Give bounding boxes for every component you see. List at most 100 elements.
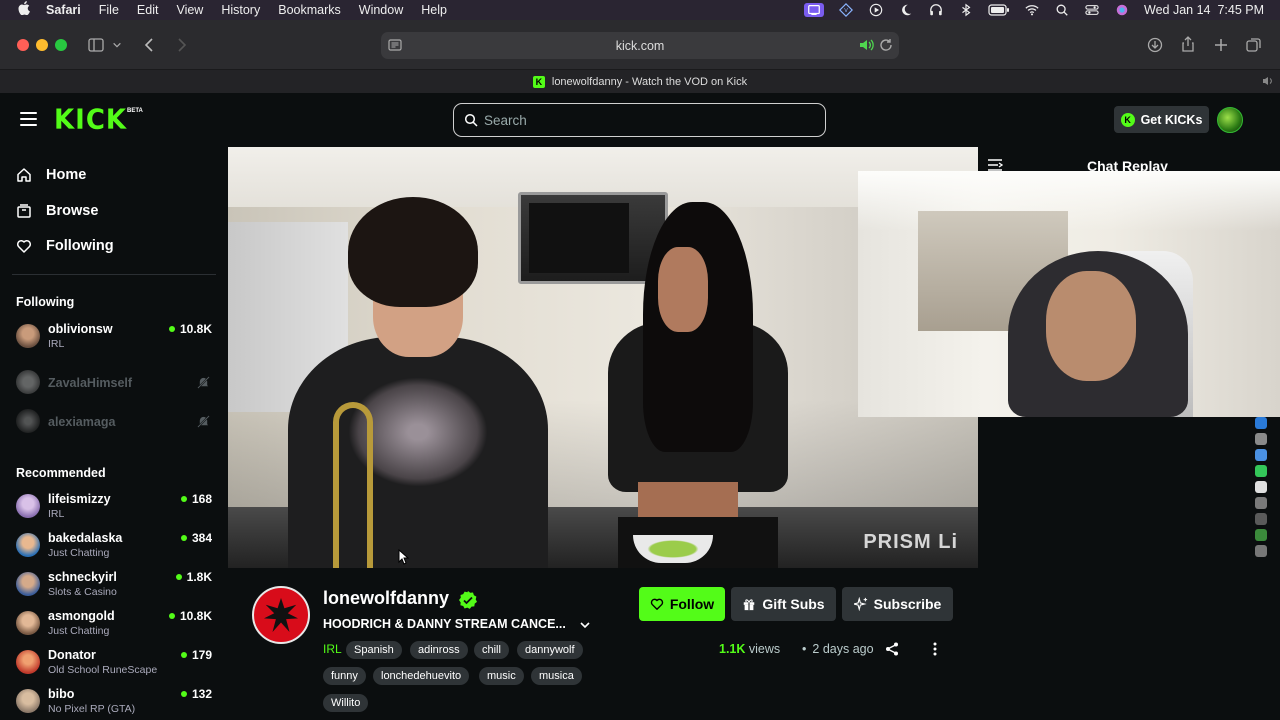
control-center-icon[interactable] <box>1084 3 1100 17</box>
back-button-icon[interactable] <box>141 36 159 54</box>
wifi-icon[interactable] <box>1024 3 1040 17</box>
sidebar-item-following[interactable]: Following <box>16 234 114 258</box>
recommended-channel-bibo[interactable]: bibo No Pixel RP (GTA) 132 <box>16 687 212 719</box>
webcam-overlay-video[interactable] <box>858 171 1280 417</box>
tab-overview-icon[interactable] <box>1245 36 1263 54</box>
following-channel-oblivionsw[interactable]: oblivionsw IRL 10.8K <box>16 322 212 354</box>
tag-chip[interactable]: musica <box>531 667 582 685</box>
menu-bookmarks[interactable]: Bookmarks <box>278 3 341 17</box>
site-header: KICK BETA Search K Get KICKs <box>0 93 1280 147</box>
new-tab-icon[interactable] <box>1212 36 1230 54</box>
menu-edit[interactable]: Edit <box>137 3 159 17</box>
downloads-icon[interactable] <box>1146 36 1164 54</box>
gift-icon <box>742 597 756 611</box>
menu-view[interactable]: View <box>176 3 203 17</box>
avatar <box>16 533 40 557</box>
dock-app-icon[interactable] <box>1255 497 1267 509</box>
channel-name-heading[interactable]: lonewolfdanny <box>323 588 449 609</box>
verified-badge-icon <box>458 590 478 610</box>
close-window-button[interactable] <box>17 39 29 51</box>
live-dot-icon <box>180 652 187 658</box>
menu-app-safari[interactable]: Safari <box>46 3 81 17</box>
menu-help[interactable]: Help <box>421 3 447 17</box>
reader-mode-icon[interactable] <box>388 38 402 52</box>
dock-app-icon[interactable] <box>1255 433 1267 445</box>
tag-chip[interactable]: Willito <box>323 694 369 712</box>
expand-title-chevron-icon[interactable] <box>578 618 592 632</box>
dock-app-icon[interactable] <box>1255 513 1267 525</box>
menu-window[interactable]: Window <box>359 3 403 17</box>
share-icon[interactable] <box>884 641 900 657</box>
search-icon <box>464 113 478 127</box>
tab-audio-playing-icon[interactable] <box>859 38 875 52</box>
screen-mirror-icon[interactable] <box>804 3 825 17</box>
sidebar-toggle-icon[interactable] <box>87 36 105 54</box>
menu-datetime[interactable]: Wed Jan 14 7:45 PM <box>1144 3 1264 17</box>
siri-icon[interactable] <box>1114 3 1130 17</box>
subscribe-button[interactable]: Subscribe <box>842 587 953 621</box>
chevron-down-icon[interactable] <box>111 36 123 54</box>
channel-category: Just Chatting <box>48 547 110 559</box>
forward-button-icon[interactable] <box>172 36 190 54</box>
reload-icon[interactable] <box>879 38 893 52</box>
hamburger-menu-icon[interactable] <box>20 112 37 126</box>
apple-icon[interactable] <box>18 0 32 20</box>
battery-icon[interactable] <box>988 3 1010 17</box>
search-input[interactable]: Search <box>453 103 826 137</box>
more-options-icon[interactable] <box>927 641 943 657</box>
follow-button[interactable]: Follow <box>639 587 725 621</box>
headphones-icon[interactable] <box>928 3 944 17</box>
channel-avatar[interactable] <box>252 586 310 644</box>
minimize-window-button[interactable] <box>36 39 48 51</box>
tag-chip[interactable]: funny <box>323 667 366 685</box>
dock-app-icon[interactable] <box>1255 481 1267 493</box>
tab-title[interactable]: lonewolfdanny - Watch the VOD on Kick <box>552 76 747 88</box>
vpn-icon[interactable]: V <box>838 3 854 17</box>
video-scene-person-right <box>588 202 788 568</box>
recommended-channel-donator[interactable]: Donator Old School RuneScape 179 <box>16 648 212 680</box>
following-channel-alexiamaga[interactable]: alexiamaga <box>16 407 212 439</box>
dock-app-icon[interactable] <box>1255 417 1267 429</box>
recommended-channel-schneckyirl[interactable]: schneckyirl Slots & Casino 1.8K <box>16 570 212 602</box>
search-icon[interactable] <box>1054 3 1070 17</box>
trash-icon[interactable] <box>1255 545 1267 557</box>
avatar <box>16 650 40 674</box>
channel-category: IRL <box>48 338 65 350</box>
tag-chip[interactable]: adinross <box>410 641 468 659</box>
dock-app-icon[interactable] <box>1255 529 1267 541</box>
kick-logo[interactable]: KICK <box>54 104 127 136</box>
recommended-channel-asmongold[interactable]: asmongold Just Chatting 10.8K <box>16 609 212 641</box>
tag-chip[interactable]: Spanish <box>346 641 402 659</box>
recommended-channel-lifeismizzy[interactable]: lifeismizzy IRL 168 <box>16 492 212 524</box>
sidebar-item-browse[interactable]: Browse <box>16 199 98 223</box>
tag-chip[interactable]: dannywolf <box>517 641 583 659</box>
tag-chip[interactable]: chill <box>474 641 509 659</box>
bluetooth-icon[interactable] <box>958 3 974 17</box>
tag-chip[interactable]: lonchedehuevito <box>373 667 470 685</box>
category-link[interactable]: IRL <box>323 642 342 656</box>
get-kicks-button[interactable]: K Get KICKs <box>1114 106 1209 133</box>
mouse-cursor-icon <box>398 548 410 565</box>
sparkle-icon <box>853 597 868 611</box>
dock-app-icon[interactable] <box>1255 465 1267 477</box>
stream-title: HOODRICH & DANNY STREAM CANCE... <box>323 617 566 631</box>
tag-chip[interactable]: music <box>479 667 524 685</box>
dock-app-icon[interactable] <box>1255 449 1267 461</box>
sidebar-item-home[interactable]: Home <box>16 163 86 187</box>
menu-history[interactable]: History <box>221 3 260 17</box>
gift-subs-button[interactable]: Gift Subs <box>731 587 836 621</box>
play-icon[interactable] <box>868 3 884 17</box>
following-channel-zavalahimself[interactable]: ZavalaHimself <box>16 368 212 400</box>
user-avatar[interactable] <box>1217 107 1243 133</box>
share-icon[interactable] <box>1179 35 1197 53</box>
collapse-chat-icon[interactable] <box>987 158 1004 172</box>
tab-speaker-icon[interactable] <box>1262 75 1274 87</box>
kicks-coin-icon: K <box>1120 112 1135 127</box>
moon-icon[interactable] <box>898 3 914 17</box>
heart-icon <box>16 237 34 255</box>
recommended-channel-bakedalaska[interactable]: bakedalaska Just Chatting 384 <box>16 531 212 563</box>
avatar <box>16 370 40 394</box>
address-bar[interactable]: kick.com <box>381 32 899 59</box>
zoom-window-button[interactable] <box>55 39 67 51</box>
menu-file[interactable]: File <box>99 3 119 17</box>
